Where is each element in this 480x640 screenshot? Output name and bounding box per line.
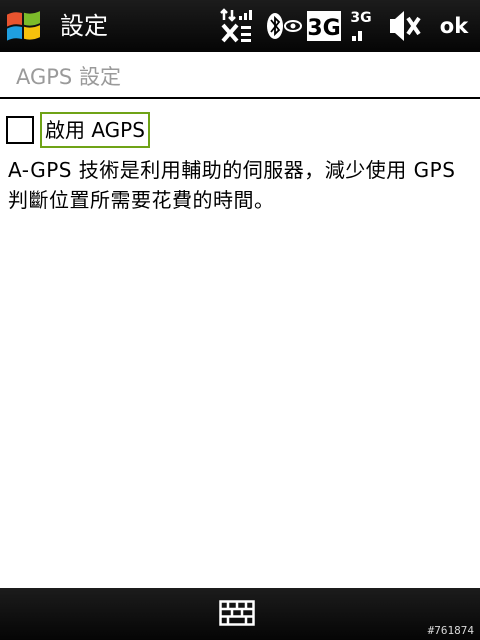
signal-off-icon[interactable] bbox=[220, 8, 254, 44]
title-bar: 設定 3G 3G ok bbox=[0, 0, 480, 52]
svg-text:3G: 3G bbox=[307, 16, 340, 41]
keyboard-icon[interactable] bbox=[219, 600, 255, 626]
svg-text:3G: 3G bbox=[350, 10, 371, 26]
enable-agps-checkbox[interactable] bbox=[6, 116, 34, 144]
agps-description: A-GPS 技術是利用輔助的伺服器，減少使用 GPS 判斷位置所需要花費的時間。 bbox=[8, 158, 456, 212]
volume-mute-icon[interactable] bbox=[388, 8, 422, 44]
softkey-bar: #761874 bbox=[0, 588, 480, 640]
ok-button[interactable]: ok bbox=[432, 8, 476, 44]
heading-divider bbox=[0, 97, 480, 99]
3g-signal-icon[interactable]: 3G bbox=[348, 8, 376, 44]
enable-agps-label[interactable]: 啟用 AGPS bbox=[40, 112, 150, 148]
page-heading: AGPS 設定 bbox=[16, 65, 121, 89]
3g-icon[interactable]: 3G bbox=[306, 8, 342, 44]
windows-start-icon[interactable] bbox=[3, 6, 45, 46]
bluetooth-visible-icon[interactable] bbox=[264, 8, 302, 44]
window-title: 設定 bbox=[60, 12, 108, 40]
screen: 設定 3G 3G ok AGPS 設定 啟用 AGPS A-GPS 技術是利用輔… bbox=[0, 0, 480, 640]
watermark: #761874 bbox=[427, 624, 474, 637]
